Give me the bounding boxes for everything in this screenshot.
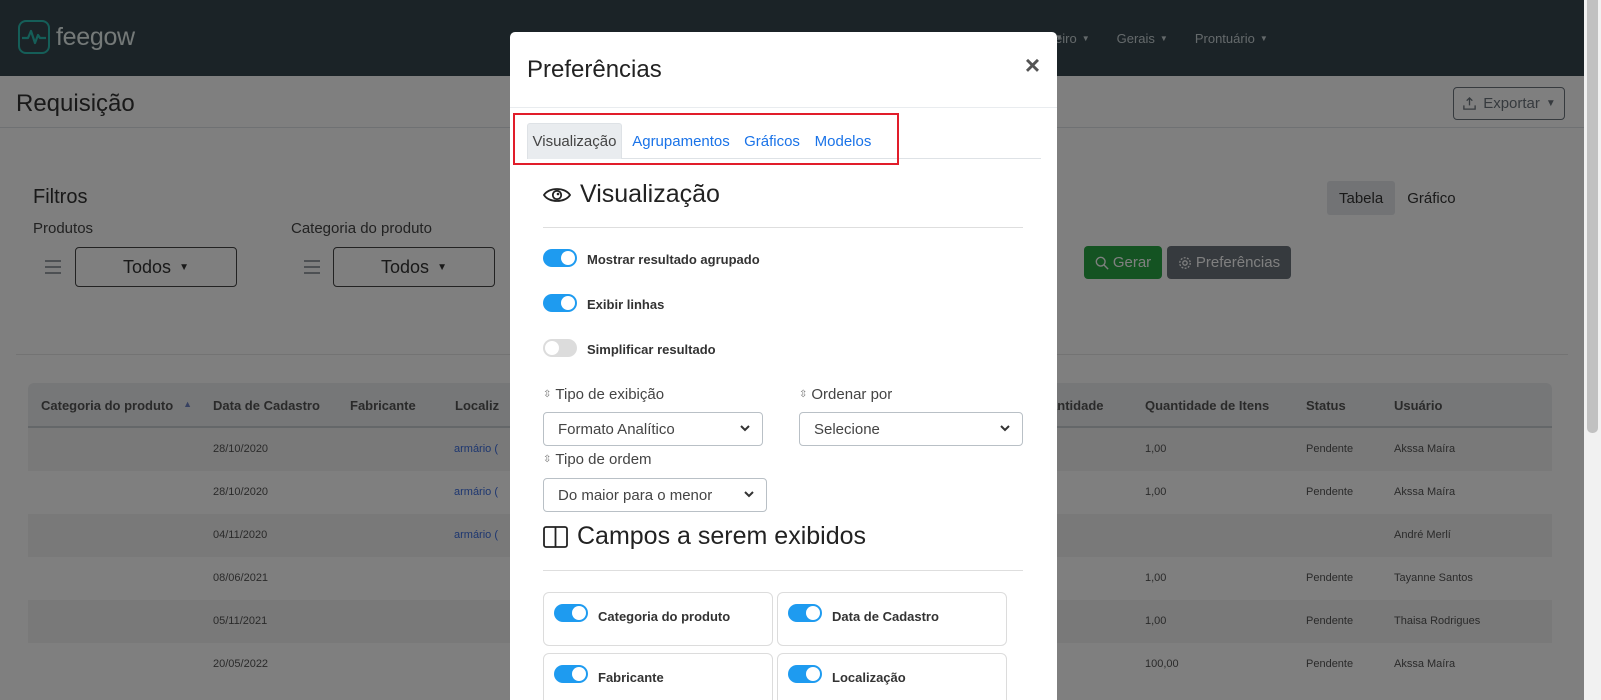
modal-title: Preferências	[527, 56, 662, 83]
divider	[543, 227, 1023, 228]
section-title-text: Visualização	[580, 180, 720, 208]
chevron-down-icon	[744, 491, 754, 498]
order-by-label: ⇳ Ordenar por	[799, 386, 892, 403]
field-card-fabricante: Fabricante	[543, 653, 773, 700]
scrollbar-thumb[interactable]	[1587, 0, 1598, 433]
toggle-field[interactable]	[788, 604, 822, 622]
field-label: Data de Cadastro	[832, 609, 939, 624]
section-visualizacao: Visualização	[543, 180, 720, 209]
toggle-label: Mostrar resultado agrupado	[587, 252, 760, 267]
toggle-simplify-result[interactable]	[543, 339, 577, 357]
toggle-label: Exibir linhas	[587, 297, 665, 312]
divider	[543, 570, 1023, 571]
toggle-field[interactable]	[554, 665, 588, 683]
sort-icon: ⇳	[799, 388, 808, 400]
toggle-knob	[572, 606, 586, 620]
chevron-down-icon	[1000, 425, 1010, 432]
preferences-modal: Preferências × Visualização Agrupamentos…	[510, 32, 1057, 700]
select-value: Selecione	[814, 420, 880, 438]
field-card-localizacao: Localização	[777, 653, 1007, 700]
sort-icon: ⇳	[543, 453, 552, 465]
field-label: Localização	[832, 670, 906, 685]
sort-icon: ⇳	[543, 388, 552, 400]
select-value: Do maior para o menor	[558, 486, 713, 504]
toggle-knob	[561, 251, 575, 265]
chevron-down-icon	[740, 425, 750, 432]
order-type-label: ⇳ Tipo de ordem	[543, 451, 652, 468]
toggle-knob	[806, 606, 820, 620]
field-card-data-cadastro: Data de Cadastro	[777, 592, 1007, 646]
eye-icon	[543, 187, 571, 202]
order-type-select[interactable]: Do maior para o menor	[543, 478, 767, 512]
toggle-field[interactable]	[788, 665, 822, 683]
label-text: Tipo de ordem	[555, 451, 652, 468]
toggle-label: Simplificar resultado	[587, 342, 716, 357]
toggle-knob	[545, 341, 559, 355]
toggle-grouped-result[interactable]	[543, 249, 577, 267]
tabs-highlight-annotation	[513, 113, 899, 165]
close-icon[interactable]: ×	[1025, 50, 1040, 81]
display-type-select[interactable]: Formato Analítico	[543, 412, 763, 446]
field-label: Fabricante	[598, 670, 664, 685]
order-by-select[interactable]: Selecione	[799, 412, 1023, 446]
section-title-text: Campos a serem exibidos	[577, 522, 867, 550]
modal-header: Preferências ×	[510, 32, 1057, 108]
toggle-knob	[561, 296, 575, 310]
toggle-knob	[806, 667, 820, 681]
section-campos: Campos a serem exibidos	[543, 522, 866, 551]
label-text: Tipo de exibição	[555, 386, 665, 403]
field-label: Categoria do produto	[598, 609, 731, 624]
columns-icon	[543, 525, 568, 548]
select-value: Formato Analítico	[558, 420, 675, 438]
display-type-label: ⇳ Tipo de exibição	[543, 386, 664, 403]
field-card-categoria: Categoria do produto	[543, 592, 773, 646]
toggle-field[interactable]	[554, 604, 588, 622]
toggle-show-lines[interactable]	[543, 294, 577, 312]
toggle-knob	[572, 667, 586, 681]
label-text: Ordenar por	[811, 386, 893, 403]
page-scrollbar[interactable]	[1584, 0, 1601, 700]
